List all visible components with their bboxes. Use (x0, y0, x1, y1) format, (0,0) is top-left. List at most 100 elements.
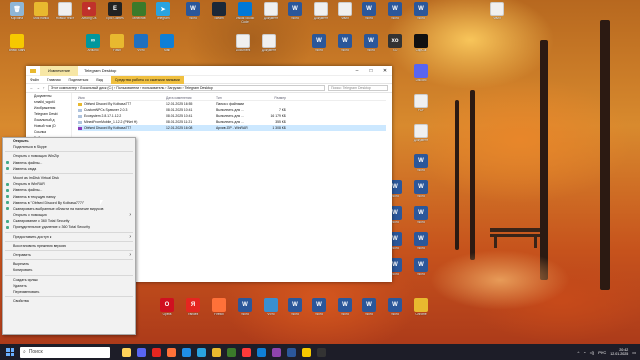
taskbar-app-icon[interactable] (122, 347, 131, 357)
ribbon-tab[interactable]: Файл (30, 78, 39, 82)
taskbar-app-icon[interactable] (317, 347, 326, 357)
context-menu-item[interactable]: Предоставить доступ к (3, 234, 135, 240)
desktop-icon[interactable]: W Word (384, 2, 406, 28)
app-icon: W (414, 206, 428, 220)
context-menu-item[interactable]: Копировать (3, 267, 135, 273)
desktop-icon[interactable]: Документ (260, 2, 282, 28)
desktop-icon[interactable]: W Word (284, 298, 306, 324)
desktop-icon[interactable]: 🗑 Корзина (6, 2, 28, 28)
taskbar-app-icon[interactable] (287, 347, 296, 357)
desktop-icon[interactable]: W Word (410, 154, 432, 180)
ribbon-tab[interactable]: Поделиться (69, 78, 89, 82)
desktop-icon[interactable]: ➤ Telegram (152, 2, 174, 28)
desktop-icon[interactable]: W Word (410, 180, 432, 206)
desktop-icon[interactable]: Chrome (410, 298, 432, 324)
volume-icon[interactable]: ◁) (590, 350, 594, 355)
taskbar-app-icon[interactable] (152, 347, 161, 357)
taskbar-app-icon[interactable] (272, 347, 281, 357)
desktop-icon[interactable]: Моя папка (30, 2, 52, 28)
column-name[interactable]: Имя (78, 96, 166, 100)
taskbar-search[interactable]: ⌕ Поиск (20, 346, 110, 358)
taskbar-app-icon[interactable] (242, 347, 251, 357)
desktop-icon[interactable]: Документ (310, 2, 332, 28)
desktop-icon[interactable]: Документ (258, 34, 280, 60)
context-menu-item[interactable]: Отправить (3, 252, 135, 258)
desktop-icon[interactable]: Document (232, 34, 254, 60)
column-type[interactable]: Тип (216, 96, 256, 100)
desktop-icon[interactable]: Brawl Stars (6, 34, 28, 60)
desktop-icon[interactable]: W Word (308, 34, 330, 60)
desktop-icon[interactable]: W Word (358, 2, 380, 28)
path-input[interactable]: Этот компьютер › Локальный диск (C:) › П… (47, 85, 325, 91)
close-button[interactable]: ✕ (378, 68, 392, 74)
desktop-icon[interactable]: Minecraft (128, 2, 150, 28)
taskbar-app-icon[interactable] (302, 347, 311, 357)
contextual-tab-extract[interactable]: Извлечение (40, 65, 79, 76)
desktop-icon[interactable]: ● Among Us (78, 2, 100, 28)
context-menu-item[interactable]: Восстановить прежнюю версию (3, 243, 135, 249)
ribbon-tab[interactable]: Средства работы со сжатыми папками (110, 75, 184, 84)
language-indicator[interactable]: РУС (598, 350, 606, 355)
maximize-button[interactable]: □ (364, 68, 378, 74)
clock[interactable]: 20:42 12.01.2025 (610, 348, 628, 357)
desktop-icon[interactable]: W Word (334, 34, 356, 60)
context-menu-item[interactable]: Переименовать (3, 289, 135, 295)
minimize-button[interactable]: – (350, 68, 364, 74)
desktop-icon[interactable]: CapCut (410, 34, 432, 60)
desktop-icon[interactable]: W Word (358, 298, 380, 324)
desktop-icon[interactable]: O Opera (156, 298, 178, 324)
column-date[interactable]: Дата изменения (166, 96, 216, 100)
up-arrow-icon[interactable]: ↑ (43, 86, 45, 90)
desktop-icon[interactable]: Flash (106, 34, 128, 60)
taskbar-app-icon[interactable] (227, 347, 236, 357)
notifications-icon[interactable]: ▭ (632, 350, 636, 355)
taskbar-app-icon[interactable] (197, 347, 206, 357)
taskbar-app-icon[interactable] (212, 347, 221, 357)
desktop-icon[interactable]: Фото (130, 34, 152, 60)
search-input[interactable]: Поиск: Telegram Desktop (328, 85, 388, 91)
network-icon[interactable]: ◔ (583, 350, 585, 355)
desktop-icon[interactable]: W Word (182, 2, 204, 28)
desktop-icon[interactable]: W Word (234, 298, 256, 324)
desktop-icon[interactable]: W Word (410, 232, 432, 258)
taskbar-app-icon[interactable] (167, 347, 176, 357)
desktop-icon[interactable]: W Word (410, 258, 432, 284)
context-menu-item[interactable]: Принудительное удаление с 360 Total Secu… (3, 224, 135, 230)
desktop-icon[interactable]: Steam (208, 2, 230, 28)
desktop-icon[interactable]: xo XO (384, 34, 406, 60)
desktop-icon[interactable]: Visual Studio Code (234, 2, 256, 28)
forward-arrow-icon[interactable]: → (37, 86, 41, 90)
desktop-icon[interactable]: ∞ Arduino (82, 34, 104, 60)
desktop-icon[interactable]: W Word (410, 206, 432, 232)
desktop-icon[interactable]: Я Yandex (182, 298, 204, 324)
desktop-icon[interactable]: Файл (334, 2, 356, 28)
context-menu-item[interactable]: Поделиться в Skype (3, 144, 135, 150)
desktop-icon[interactable]: W Word (308, 298, 330, 324)
desktop-icon[interactable]: W Word (284, 2, 306, 28)
desktop-icon[interactable]: PDF (410, 94, 432, 120)
taskbar-app-icon[interactable] (182, 347, 191, 357)
back-arrow-icon[interactable]: ← (30, 86, 34, 90)
desktop-icon[interactable]: Mail (156, 34, 178, 60)
taskbar-app-icon[interactable] (257, 347, 266, 357)
context-menu-item[interactable]: Извлечь сюда (3, 166, 135, 172)
start-button[interactable] (4, 346, 16, 358)
desktop-icon[interactable]: W Word (360, 34, 382, 60)
context-menu-item[interactable]: Свойства (3, 298, 135, 304)
desktop-icon[interactable]: Firefox (208, 298, 230, 324)
desktop-icon[interactable]: W Word (410, 2, 432, 28)
desktop-icon[interactable]: W Word (384, 298, 406, 324)
desktop-icon[interactable]: W Word (334, 298, 356, 324)
column-size[interactable]: Размер (256, 96, 286, 100)
desktop-icon[interactable]: E Epic Games (104, 2, 126, 28)
desktop-icon[interactable]: Discord (410, 64, 432, 90)
tray-chevron-icon[interactable]: ^ (577, 350, 579, 355)
ribbon-tab[interactable]: Вид (96, 78, 103, 82)
desktop-icon[interactable]: Документ (410, 124, 432, 150)
desktop-icon[interactable]: Файл (486, 2, 508, 28)
desktop-icon[interactable]: Фото (260, 298, 282, 324)
file-row[interactable]: Obfsed Discord By Kolbasa777 12.01.2025 1… (78, 125, 386, 131)
desktop-icon[interactable]: Новый текст (54, 2, 76, 28)
taskbar-app-icon[interactable] (137, 347, 146, 357)
ribbon-tab[interactable]: Главная (47, 78, 61, 82)
